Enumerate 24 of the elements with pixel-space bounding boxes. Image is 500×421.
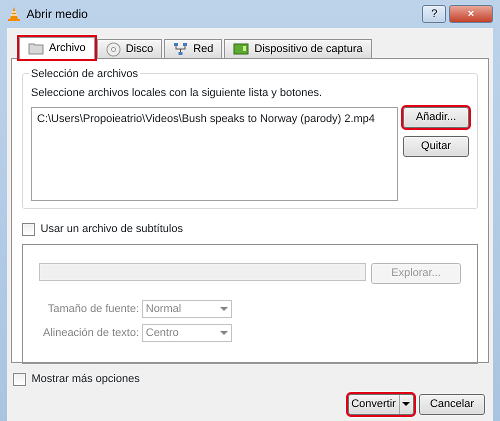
- cone-icon: [7, 6, 21, 22]
- folder-icon: [28, 42, 44, 55]
- tab[interactable]: Dispositivo de captura: [224, 39, 372, 58]
- remove-button[interactable]: Quitar: [403, 136, 469, 157]
- subtitle-file-field[interactable]: [39, 262, 366, 280]
- add-button[interactable]: Añadir...: [403, 107, 469, 128]
- checkbox-label: Mostrar más opciones: [32, 372, 140, 387]
- cancel-button[interactable]: Cancelar: [419, 394, 485, 414]
- instruction-text: Seleccione archivos locales con la siguiente lista y botones.: [31, 86, 324, 101]
- tab[interactable]: Red: [164, 39, 222, 58]
- checkbox[interactable]: [22, 222, 35, 236]
- file-list[interactable]: C:\Users\Propoieatrio\Videos\Bush speaks to Norway (parody) 2.mp4: [31, 107, 398, 201]
- card-icon: [233, 42, 250, 56]
- option-label: Tamaño de fuente:: [46, 302, 139, 317]
- option-label: Alineación de texto:: [42, 326, 139, 341]
- tab[interactable]: Archivo: [19, 37, 95, 59]
- help-button[interactable]: ?: [422, 5, 446, 23]
- window-title: Abrir medio: [26, 6, 89, 23]
- network-icon: [173, 42, 188, 56]
- tab[interactable]: Disco: [96, 39, 162, 58]
- file-entry[interactable]: C:\Users\Propoieatrio\Videos\Bush speaks to Norway (parody) 2.mp4: [37, 111, 392, 128]
- convert-button[interactable]: Convertir: [348, 394, 414, 414]
- checkbox-label: Usar un archivo de subtítulos: [40, 222, 183, 237]
- checkbox[interactable]: [13, 372, 26, 386]
